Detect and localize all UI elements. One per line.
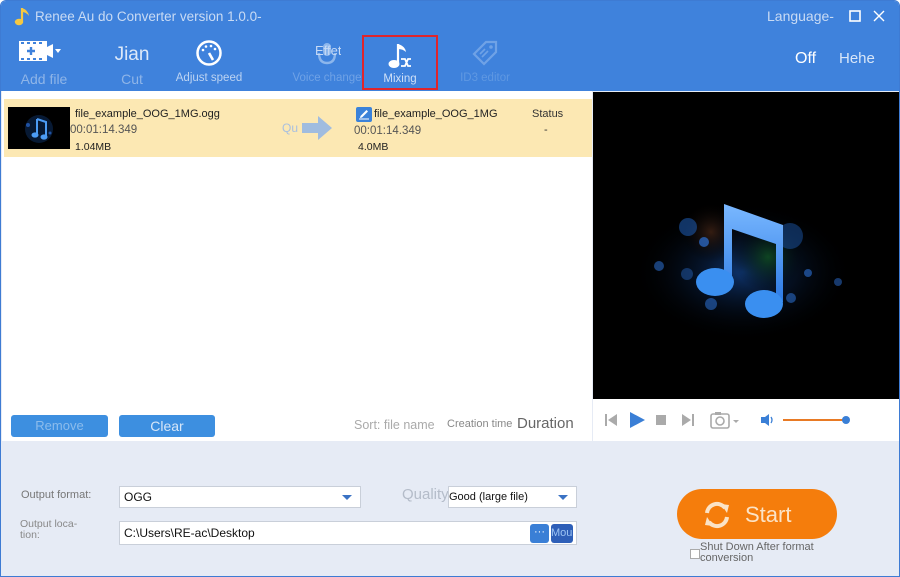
shutdown-label: Shut Down After format conversion [700, 541, 814, 564]
source-size: 1.04MB [75, 141, 112, 153]
output-duration: 00:01:14.349 [354, 125, 422, 137]
voice-icon: Effet [315, 43, 341, 65]
output-size: 4.0MB [358, 141, 389, 153]
off-toggle[interactable]: Off [795, 50, 816, 68]
sort-creation-time[interactable]: Creation time [447, 418, 512, 430]
close-icon[interactable] [871, 8, 887, 24]
output-location-label: Output loca- tion: [20, 518, 78, 541]
add-file-button[interactable]: Add file [9, 35, 79, 91]
voice-effect-overlay: Effet [315, 43, 341, 58]
stop-icon[interactable] [656, 415, 666, 425]
id3-editor-label: ID3 editor [460, 72, 510, 84]
adjust-speed-label: Adjust speed [175, 72, 243, 84]
queue-label: Qu [282, 121, 299, 135]
id3-editor-button[interactable]: ID3 editor [447, 35, 523, 91]
shutdown-checkbox[interactable] [690, 549, 700, 559]
next-icon[interactable] [681, 412, 695, 428]
screenshot-camera-icon[interactable] [710, 411, 742, 429]
quality-select[interactable]: Good (large file) [448, 486, 577, 508]
voice-change-button[interactable]: Effet Voice change [289, 35, 365, 91]
music-note-logo-icon [14, 8, 29, 26]
quality-value: Good (large file) [449, 491, 528, 503]
quality-label: Quality [402, 486, 449, 503]
output-format-value: OGG [124, 490, 153, 504]
start-button[interactable]: Start [677, 489, 837, 539]
music-note-artwork-icon [633, 202, 853, 342]
remove-button[interactable]: Remove [11, 415, 108, 437]
volume-slider[interactable] [783, 419, 849, 421]
mixing-label: Mixing [383, 73, 417, 85]
film-add-icon [19, 41, 61, 61]
window-title: Renee Au do Converter version 1.0.0- [35, 9, 262, 24]
source-file-name: file_example_OOG_1MG.ogg [75, 108, 220, 120]
output-location-value: C:\Users\RE-ac\Desktop [124, 526, 255, 540]
add-file-label: Add file [20, 71, 68, 87]
preview-pane [593, 92, 899, 399]
status-header: Status [532, 108, 564, 120]
voice-change-label: Voice change [292, 72, 362, 84]
player-controls [593, 399, 899, 441]
source-duration: 00:01:14.349 [70, 124, 138, 136]
hehe-button[interactable]: Hehe [839, 50, 875, 67]
file-list: file_example_OOG_1MG.ogg 00:01:14.349 1.… [2, 91, 592, 441]
play-icon[interactable] [628, 410, 646, 430]
browse-button[interactable]: ··· [530, 524, 549, 543]
sort-duration[interactable]: Duration [517, 415, 574, 432]
language-menu[interactable]: Language- [767, 8, 834, 24]
speedometer-icon [196, 40, 222, 66]
refresh-icon [705, 501, 729, 529]
cut-label: Cut [121, 71, 143, 87]
clear-button[interactable]: Clear [119, 415, 215, 437]
output-format-label: Output format: [21, 489, 92, 501]
maximize-icon[interactable] [847, 8, 863, 24]
volume-icon[interactable] [760, 412, 776, 428]
status-value: - [544, 124, 548, 136]
start-label: Start [745, 502, 792, 527]
previous-icon[interactable] [604, 412, 618, 428]
cut-title: Jian [114, 44, 150, 65]
chevron-down-icon [342, 495, 352, 500]
volume-slider-thumb[interactable] [841, 416, 850, 424]
output-file-name: file_example_OOG_1MG.ogg [374, 108, 498, 120]
edit-output-icon[interactable] [356, 107, 372, 122]
chevron-down-icon [558, 495, 568, 500]
music-thumbnail-icon [25, 115, 53, 143]
header-bar: Renee Au do Converter version 1.0.0- Lan… [1, 1, 899, 91]
sort-file-name[interactable]: Sort: file name [354, 418, 435, 432]
tag-icon [472, 40, 498, 66]
cut-button[interactable]: Jian Cut [101, 35, 163, 91]
convert-arrow-icon [302, 116, 332, 140]
adjust-speed-button[interactable]: Adjust speed [171, 35, 247, 91]
output-format-select[interactable]: OGG [119, 486, 361, 508]
app-window: Renee Au do Converter version 1.0.0- Lan… [0, 0, 900, 577]
file-row[interactable]: file_example_OOG_1MG.ogg 00:01:14.349 1.… [4, 99, 592, 157]
mixing-button[interactable]: Mixing [362, 35, 438, 90]
settings-panel: Output format: OGG Quality Good (large f… [2, 441, 899, 576]
file-thumbnail [8, 107, 70, 149]
output-location-input[interactable]: C:\Users\RE-ac\Desktop [119, 521, 577, 545]
open-folder-button[interactable]: Mou [551, 524, 573, 543]
music-mix-icon [388, 44, 411, 68]
